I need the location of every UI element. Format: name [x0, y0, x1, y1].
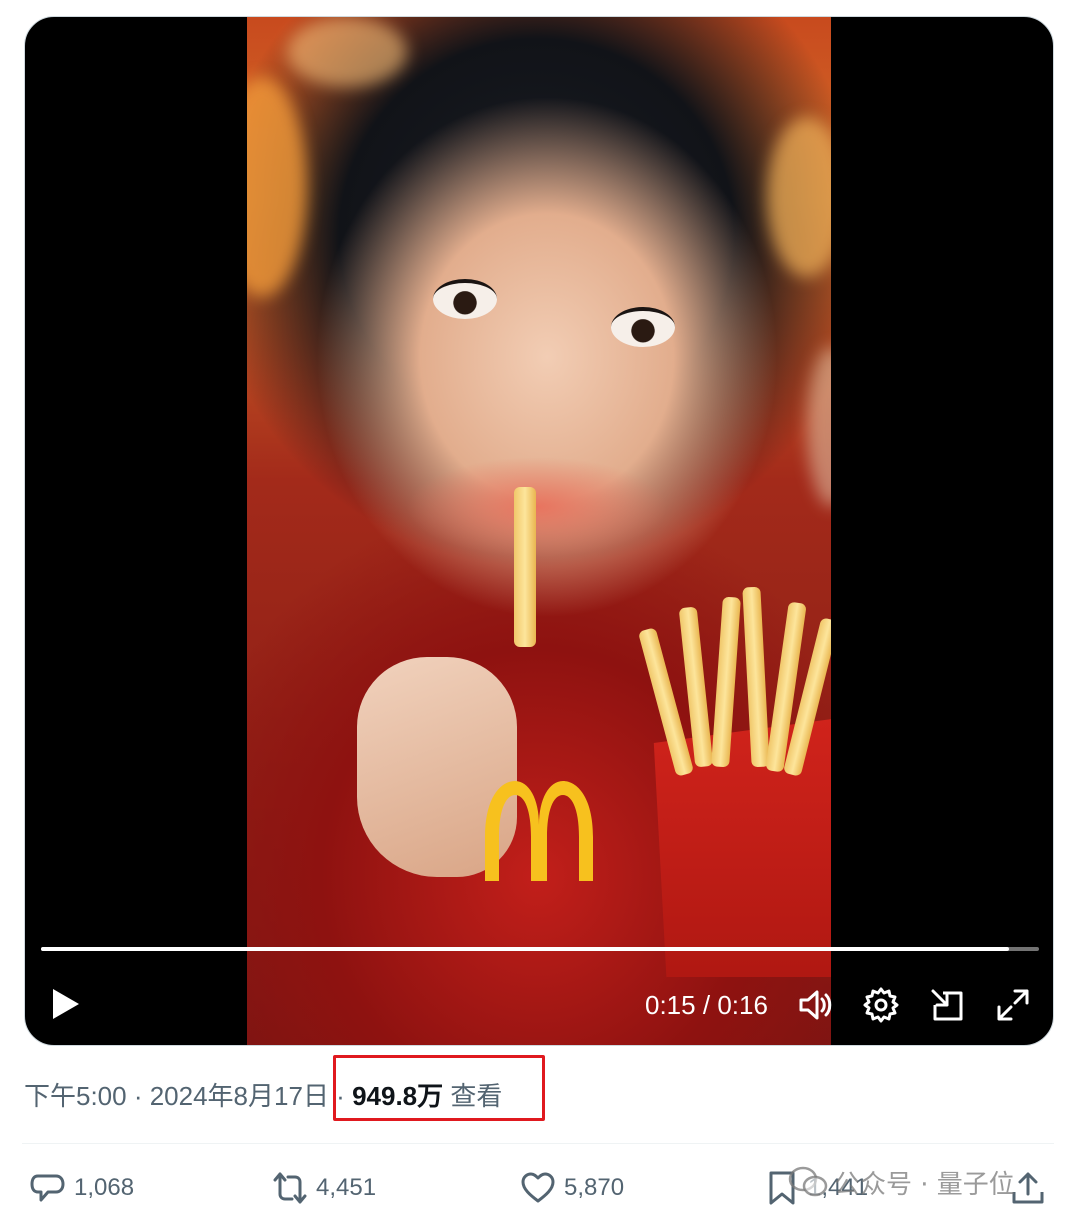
picture-in-picture-icon[interactable]	[929, 987, 965, 1023]
time-separator: /	[702, 990, 711, 1020]
current-time: 0:15	[645, 990, 696, 1020]
views-highlight-box	[333, 1055, 545, 1121]
progress-fill	[41, 947, 1010, 951]
progress-bar[interactable]	[41, 947, 1039, 951]
bokeh-light	[767, 117, 831, 277]
divider	[22, 1143, 1054, 1144]
eye-left	[433, 279, 497, 319]
volume-icon[interactable]	[797, 987, 833, 1023]
fullscreen-icon[interactable]	[995, 987, 1031, 1023]
post-date[interactable]: 2024年8月17日	[150, 1081, 329, 1111]
bokeh-light	[807, 347, 831, 507]
wechat-icon	[788, 1166, 828, 1197]
play-icon[interactable]	[49, 987, 83, 1021]
like-count: 5,870	[564, 1174, 625, 1201]
share-button[interactable]	[1010, 1166, 1046, 1210]
time-readout: 0:15 / 0:16	[645, 989, 768, 1021]
repost-icon	[273, 1172, 307, 1204]
heart-icon	[521, 1172, 555, 1203]
tweet-media-page: 0:15 / 0:16 下午5:00 · 2024年8月17日 · 949.8万…	[0, 0, 1080, 1224]
reply-button[interactable]: 1,068	[30, 1166, 134, 1210]
post-time[interactable]: 下午5:00	[24, 1081, 127, 1111]
arches-logo-icon	[485, 781, 593, 881]
gear-icon[interactable]	[863, 987, 899, 1023]
meta-separator: ·	[126, 1081, 150, 1111]
video-frame[interactable]	[247, 17, 831, 1045]
eye-right	[611, 307, 675, 347]
repost-button[interactable]: 4,451	[272, 1166, 376, 1210]
bokeh-light	[287, 17, 407, 87]
duration: 0:16	[717, 990, 768, 1020]
like-button[interactable]: 5,870	[520, 1166, 624, 1210]
watermark-text: 公众号 · 量子位	[834, 1169, 1015, 1200]
share-icon	[1012, 1172, 1044, 1204]
watermark: 公众号 · 量子位	[788, 1164, 1015, 1200]
reply-icon	[30, 1174, 65, 1202]
fry-in-mouth	[514, 487, 536, 647]
video-player[interactable]: 0:15 / 0:16	[24, 16, 1054, 1046]
bokeh-light	[247, 77, 307, 297]
repost-count: 4,451	[316, 1174, 377, 1201]
reply-count: 1,068	[74, 1174, 135, 1201]
